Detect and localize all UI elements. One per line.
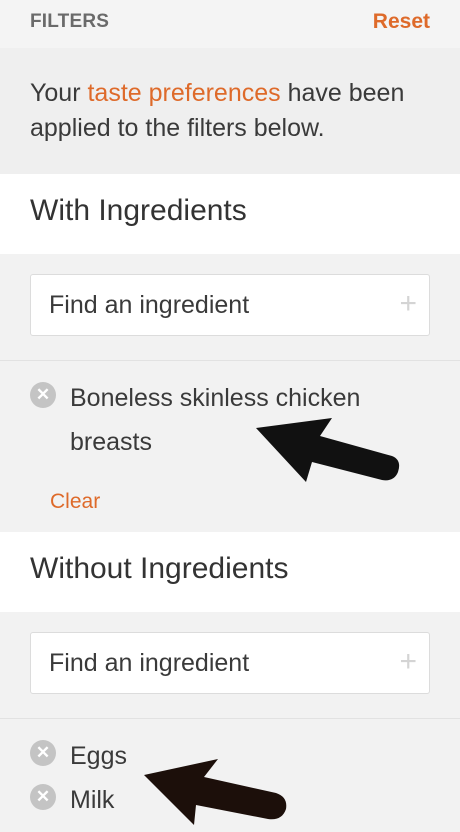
without-ingredients-search-area: + — [0, 612, 460, 719]
arrow-icon — [144, 759, 287, 825]
arrow-icon — [256, 418, 400, 482]
preferences-notice-text: Your taste preferences have been applied… — [30, 79, 405, 142]
close-circle-icon[interactable]: ✕ — [30, 382, 56, 408]
reset-button[interactable]: Reset — [373, 10, 430, 34]
without-ingredients-search-input[interactable] — [31, 633, 361, 693]
close-circle-icon[interactable]: ✕ — [30, 740, 56, 766]
filters-title: FILTERS — [30, 11, 110, 32]
without-ingredients-search-box[interactable]: + — [30, 632, 430, 694]
clear-with-ingredients-link[interactable]: Clear — [50, 490, 100, 514]
with-ingredients-heading: With Ingredients — [0, 174, 460, 254]
with-ingredients-search-area: + — [0, 254, 460, 361]
without-ingredients-title: Without Ingredients — [30, 552, 289, 585]
plus-icon[interactable]: + — [399, 289, 417, 319]
taste-preferences-link[interactable]: taste preferences — [87, 79, 280, 107]
filters-header: FILTERS Reset — [0, 0, 460, 48]
close-circle-icon[interactable]: ✕ — [30, 784, 56, 810]
with-ingredients-title: With Ingredients — [30, 194, 247, 227]
with-ingredients-search-input[interactable] — [31, 275, 361, 335]
preferences-notice: Your taste preferences have been applied… — [0, 48, 460, 174]
plus-icon[interactable]: + — [399, 647, 417, 677]
with-ingredients-search-box[interactable]: + — [30, 274, 430, 336]
without-ingredients-heading: Without Ingredients — [0, 532, 460, 612]
